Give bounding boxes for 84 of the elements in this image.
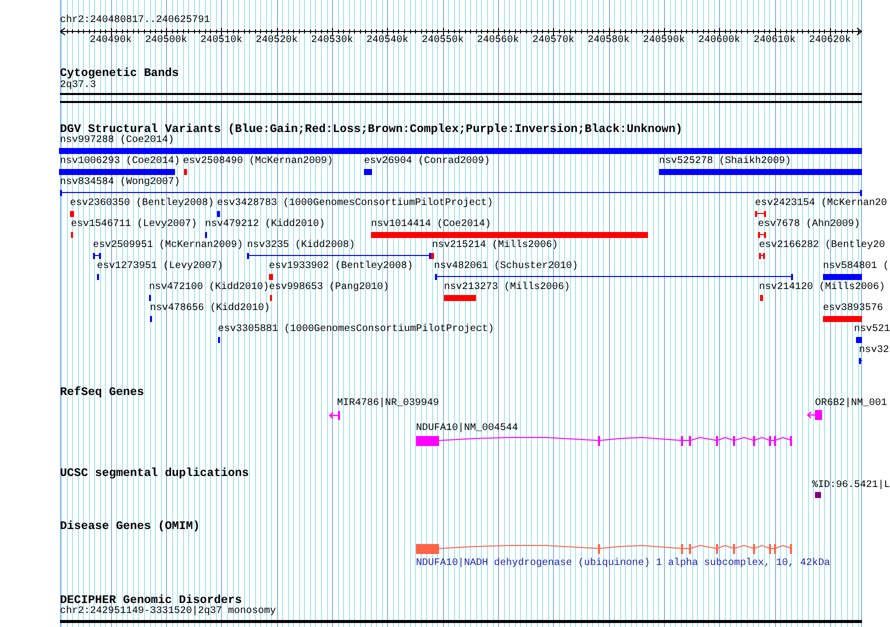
disorder-bar[interactable] (60, 620, 862, 623)
variant-label: nsv213273 (Mills2006) (444, 282, 570, 294)
variant-bar[interactable] (184, 169, 187, 175)
variant-label: nsv834584 (Wong2007) (60, 177, 180, 189)
variant-label: esv2508490 (McKernan2009) (183, 156, 334, 168)
variant-label: nsv1006293 (Coe2014) (60, 156, 180, 168)
variant-label: nsv1014414 (Coe2014) (371, 219, 492, 231)
tick-label: 240500k (145, 35, 188, 47)
tick-label: 240580k (588, 35, 630, 47)
variant-bar[interactable] (217, 211, 220, 217)
tick-label: 240620k (808, 35, 851, 47)
variant-bar[interactable] (444, 295, 476, 301)
variant-label: esv3428783 (1000GenomesConsortiumPilotProject) (217, 198, 494, 210)
gene-label: NDUFA10|NM_004544 (416, 423, 518, 435)
variant-bar[interactable] (823, 274, 862, 280)
variant-label: esv1546711 (Levy2007) (71, 219, 198, 231)
variant-interval[interactable] (759, 253, 765, 259)
track-title: DGV Structural Variants (Blue:Gain;Red:Loss;Brown:Complex;Purple:Inversion;Black:Unknown) (60, 123, 684, 135)
variant-bar[interactable] (70, 211, 74, 217)
variant-label: esv2423154 (McKernan20 (755, 198, 888, 210)
tick-label: 240570k (532, 35, 574, 47)
variant-label: esv26904 (Conrad2009) (364, 156, 490, 168)
variant-bar[interactable] (431, 253, 434, 259)
tick-label: 240540k (366, 35, 408, 47)
variant-label: nsv472100 (Kidd2010) (149, 282, 270, 294)
variant-label: nsv525278 (Shaikh2009) (659, 156, 792, 168)
variant-label: esv1273951 (Levy2007) (97, 261, 224, 273)
band-label: 2q37.3 (60, 80, 98, 92)
tick-label: 240520k (256, 35, 298, 47)
variant-label: nsv997288 (Coe2014) (60, 135, 174, 147)
duplication-block[interactable] (815, 492, 821, 498)
variant-label: esv2509951 (McKernan2009) (93, 240, 244, 252)
variant-interval[interactable] (755, 211, 766, 217)
variant-label: nsv584801 ( (823, 261, 890, 273)
variant-interval[interactable] (247, 253, 431, 259)
track-title: Cytogenetic Bands (60, 67, 180, 79)
variant-label: esv1933902 (Bentley2008) (269, 261, 414, 273)
variant-bar[interactable] (856, 337, 862, 343)
tick-label: 240550k (422, 35, 464, 47)
variant-interval[interactable] (435, 274, 793, 280)
tick-label: 240600k (698, 35, 740, 47)
tick-label: 240510k (200, 35, 242, 47)
tick-label: 240560k (477, 35, 520, 47)
coordinate-range: chr2:240480817..240625791 (60, 15, 212, 27)
tick-label: 240610k (754, 35, 796, 47)
variant-interval[interactable] (93, 253, 101, 259)
track-title: DECIPHER Genomic Disorders (60, 594, 243, 606)
track-title: RefSeq Genes (60, 386, 145, 398)
tick-label: 240530k (311, 35, 354, 47)
duplication-label: %ID:96.5421|L (812, 480, 890, 492)
variant-label: nsv521 (854, 324, 890, 336)
variant-label: esv998653 (Pang2010) (269, 282, 390, 294)
variant-bar[interactable] (760, 295, 763, 301)
track-title: UCSC segmental duplications (60, 467, 250, 479)
variant-label: nsv215214 (Mills2006) (432, 240, 558, 252)
gene-label: OR6B2|NM_001 (815, 398, 888, 410)
variant-label: esv3893576 (823, 303, 884, 315)
variant-bar[interactable] (269, 274, 273, 280)
variant-label: esv2166282 (Bentley20 (759, 240, 886, 252)
variant-bar[interactable] (371, 232, 648, 238)
gene-label: MIR4786|NR_039949 (337, 398, 440, 410)
variant-bar[interactable] (659, 169, 862, 175)
tick-label: 240490k (90, 35, 132, 47)
variant-interval[interactable] (758, 232, 766, 238)
variant-label: nsv32 (859, 345, 890, 357)
variant-interval[interactable] (859, 358, 862, 364)
disorder-label: chr2:242951149-3331520|2q37 monosomy (60, 606, 278, 618)
tick-label: 240590k (643, 35, 685, 47)
track-title: Disease Genes (OMIM) (60, 520, 201, 532)
variant-interval[interactable] (60, 190, 862, 196)
variant-label: nsv214120 (Mills2006) (759, 282, 886, 294)
left-arrow-icon (329, 411, 340, 420)
variant-label: esv7678 (Ahn2009) (758, 219, 860, 231)
arrow-box-icon (807, 410, 822, 420)
variant-label: nsv479212 (Kidd2010) (205, 219, 326, 231)
variant-bar[interactable] (59, 148, 862, 154)
variant-bar[interactable] (59, 169, 175, 175)
variant-bar[interactable] (823, 316, 862, 322)
variant-label: nsv478656 (Kidd2010) (150, 303, 270, 315)
variant-label: nsv482061 (Schuster2010) (434, 261, 578, 273)
variant-label: nsv3235 (Kidd2008) (247, 240, 356, 252)
variant-bar[interactable] (364, 169, 372, 175)
variant-label: esv2360350 (Bentley2008) (70, 198, 214, 210)
variant-label: esv3305881 (1000GenomesConsortiumPilotProject) (218, 324, 494, 336)
